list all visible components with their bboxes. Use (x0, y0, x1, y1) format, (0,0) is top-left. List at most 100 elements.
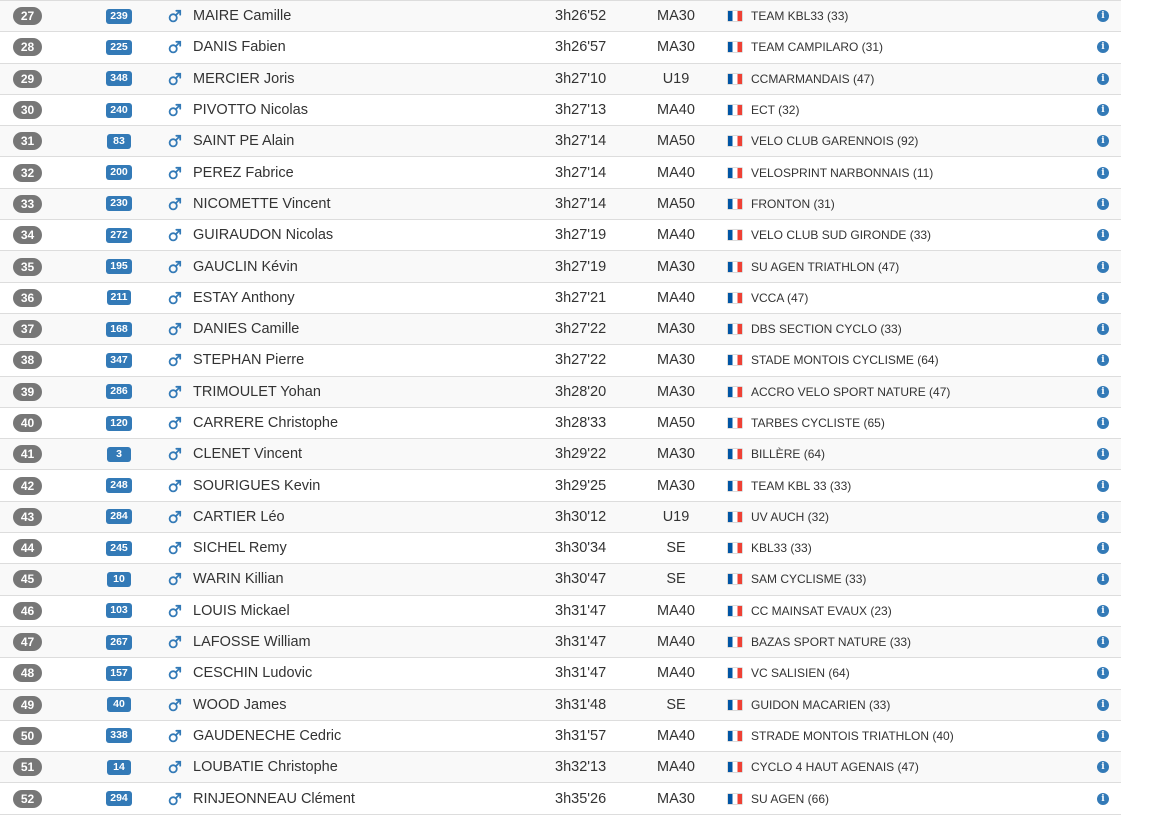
runner-name[interactable]: SICHEL Remy (193, 533, 287, 563)
table-row[interactable]: 42 248 SOURIGUES Kevin 3h29'25 MA30 TEAM KBL … (0, 470, 1121, 502)
info-circle-icon[interactable]: i (1097, 690, 1109, 720)
runner-name[interactable]: GAUDENECHE Cedric (193, 721, 341, 751)
info-circle-icon[interactable]: i (1097, 658, 1109, 688)
runner-name[interactable]: DANIS Fabien (193, 32, 286, 62)
bib-badge: 14 (107, 759, 131, 775)
table-row[interactable]: 52 294 RINJEONNEAU Clément 3h35'26 MA30 SU AG… (0, 783, 1121, 815)
table-row[interactable]: 33 230 NICOMETTE Vincent 3h27'14 MA50 FRONTON… (0, 188, 1121, 221)
info-circle-icon[interactable]: i (1097, 189, 1109, 219)
category: MA30 (657, 8, 695, 25)
table-row[interactable]: 48 157 CESCHIN Ludovic 3h31'47 MA40 VC SALISI… (0, 658, 1121, 690)
runner-name[interactable]: RINJEONNEAU Clément (193, 783, 355, 813)
club-name: VELOSPRINT NARBONNAIS (11) (751, 165, 934, 180)
runner-name[interactable]: WARIN Killian (193, 564, 284, 594)
info-circle-icon[interactable]: i (1097, 502, 1109, 532)
rank-cell: 40 (13, 408, 42, 438)
club-name: SAM CYCLISME (33) (751, 572, 867, 587)
rank-cell: 49 (13, 690, 42, 720)
info-circle-icon[interactable]: i (1097, 345, 1109, 375)
info-circle-icon[interactable]: i (1097, 377, 1109, 407)
runner-name[interactable]: LAFOSSE William (193, 627, 311, 657)
rank-cell: 41 (13, 439, 42, 469)
bib-cell: 240 (104, 95, 134, 125)
table-row[interactable]: 49 40 WOOD James 3h31'48 SE GUIDON MACARIEN (… (0, 689, 1121, 721)
table-row[interactable]: 41 3 CLENET Vincent 3h29'22 MA30 BILLÈRE (64)… (0, 439, 1121, 471)
info-circle-icon[interactable]: i (1097, 1, 1109, 31)
table-row[interactable]: 40 120 CARRERE Christophe 3h28'33 MA50 TARBES… (0, 408, 1121, 440)
club-cell: VELO CLUB GARENNOIS (92) (728, 126, 918, 156)
info-circle-icon[interactable]: i (1097, 564, 1109, 594)
info-circle-icon[interactable]: i (1097, 408, 1109, 438)
france-flag-icon (728, 762, 742, 773)
table-row[interactable]: 51 14 LOUBATIE Christophe 3h32'13 MA40 CYCLO … (0, 752, 1121, 784)
table-row[interactable]: 29 348 MERCIER Joris 3h27'10 U19 CCMARMANDAIS… (0, 63, 1121, 95)
runner-name[interactable]: WOOD James (193, 690, 286, 720)
male-icon (168, 533, 182, 563)
club-name: UV AUCH (32) (751, 509, 830, 524)
table-row[interactable]: 39 286 TRIMOULET Yohan 3h28'20 MA30 ACCRO VEL… (0, 376, 1121, 408)
bib-cell: 272 (104, 220, 134, 250)
runner-name[interactable]: DANIES Camille (193, 314, 299, 344)
france-flag-icon (728, 230, 742, 241)
finish-time: 3h27'14 (555, 133, 607, 150)
male-icon (168, 220, 182, 250)
runner-name[interactable]: SAINT PE Alain (193, 126, 294, 156)
info-circle-icon[interactable]: i (1097, 283, 1109, 313)
runner-name[interactable]: CARRERE Christophe (193, 408, 338, 438)
info-circle-icon[interactable]: i (1097, 439, 1109, 469)
rank-cell: 32 (13, 157, 42, 187)
rank-badge: 51 (13, 758, 42, 777)
club-name: CYCLO 4 HAUT AGENAIS (47) (751, 760, 919, 775)
rank-badge: 49 (13, 695, 42, 714)
runner-name[interactable]: CESCHIN Ludovic (193, 658, 312, 688)
runner-name[interactable]: ESTAY Anthony (193, 283, 295, 313)
info-circle-icon[interactable]: i (1097, 596, 1109, 626)
info-circle-icon[interactable]: i (1097, 251, 1109, 281)
info-circle-icon[interactable]: i (1097, 95, 1109, 125)
info-circle-icon[interactable]: i (1097, 220, 1109, 250)
runner-name[interactable]: GUIRAUDON Nicolas (193, 220, 333, 250)
runner-name[interactable]: LOUBATIE Christophe (193, 752, 338, 782)
info-circle-icon[interactable]: i (1097, 32, 1109, 62)
info-circle-icon[interactable]: i (1097, 64, 1109, 94)
info-circle-icon[interactable]: i (1097, 157, 1109, 187)
runner-name[interactable]: PIVOTTO Nicolas (193, 95, 308, 125)
info-circle-icon[interactable]: i (1097, 470, 1109, 500)
info-circle-icon[interactable]: i (1097, 314, 1109, 344)
info-circle-icon[interactable]: i (1097, 752, 1109, 782)
runner-name[interactable]: PEREZ Fabrice (193, 157, 294, 187)
runner-name[interactable]: NICOMETTE Vincent (193, 189, 331, 219)
france-flag-icon (728, 167, 742, 178)
runner-name[interactable]: MAIRE Camille (193, 1, 291, 31)
info-circle-icon[interactable]: i (1097, 721, 1109, 751)
table-row[interactable]: 32 200 PEREZ Fabrice 3h27'14 MA40 VELOSPRINT … (0, 157, 1121, 189)
table-row[interactable]: 30 240 PIVOTTO Nicolas 3h27'13 MA40 ECT (32) i (0, 95, 1121, 127)
info-circle-icon[interactable]: i (1097, 533, 1109, 563)
runner-name[interactable]: TRIMOULET Yohan (193, 377, 321, 407)
table-row[interactable]: 47 267 LAFOSSE William 3h31'47 MA40 BAZAS SPO… (0, 626, 1121, 659)
runner-name[interactable]: GAUCLIN Kévin (193, 251, 298, 281)
table-row[interactable]: 31 83 SAINT PE Alain 3h27'14 MA50 VELO CLUB G… (0, 126, 1121, 158)
info-circle-icon[interactable]: i (1097, 126, 1109, 156)
table-row[interactable]: 36 211 ESTAY Anthony 3h27'21 MA40 VCCA (47) i (0, 283, 1121, 314)
runner-name[interactable]: CLENET Vincent (193, 439, 302, 469)
runner-name[interactable]: LOUIS Mickael (193, 596, 290, 626)
category: MA40 (657, 289, 695, 306)
table-row[interactable]: 43 284 CARTIER Léo 3h30'12 U19 UV AUCH (32) i (0, 501, 1121, 534)
table-row[interactable]: 34 272 GUIRAUDON Nicolas 3h27'19 MA40 VELO CL… (0, 220, 1121, 252)
runner-name[interactable]: CARTIER Léo (193, 502, 285, 532)
runner-name[interactable]: MERCIER Joris (193, 64, 295, 94)
table-row[interactable]: 44 245 SICHEL Remy 3h30'34 SE KBL33 (33) i (0, 533, 1121, 565)
runner-name[interactable]: STEPHAN Pierre (193, 345, 304, 375)
table-row[interactable]: 50 338 GAUDENECHE Cedric 3h31'57 MA40 STRADE … (0, 721, 1121, 753)
info-circle-icon[interactable]: i (1097, 783, 1109, 813)
table-row[interactable]: 46 103 LOUIS Mickael 3h31'47 MA40 CC MAINSAT … (0, 596, 1121, 627)
info-circle-icon[interactable]: i (1097, 627, 1109, 657)
runner-name[interactable]: SOURIGUES Kevin (193, 470, 320, 500)
table-row[interactable]: 45 10 WARIN Killian 3h30'47 SE SAM CYCLISME (… (0, 564, 1121, 596)
table-row[interactable]: 35 195 GAUCLIN Kévin 3h27'19 MA30 SU AGEN TRI… (0, 251, 1121, 283)
table-row[interactable]: 27 239 MAIRE Camille 3h26'52 MA30 TEAM KBL33 … (0, 1, 1121, 33)
table-row[interactable]: 28 225 DANIS Fabien 3h26'57 MA30 TEAM CAMPILA… (0, 32, 1121, 64)
table-row[interactable]: 37 168 DANIES Camille 3h27'22 MA30 DBS SECTIO… (0, 313, 1121, 346)
table-row[interactable]: 38 347 STEPHAN Pierre 3h27'22 MA30 STADE MONT… (0, 345, 1121, 377)
